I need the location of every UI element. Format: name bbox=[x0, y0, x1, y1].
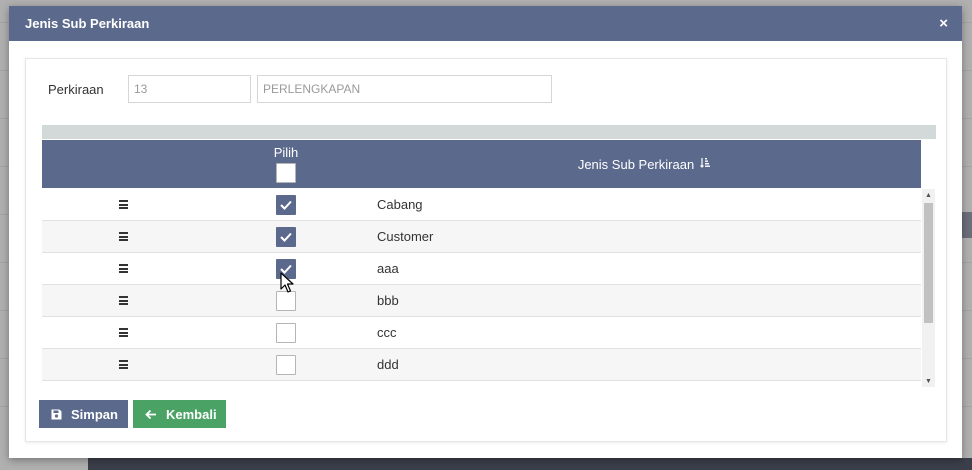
scroll-down-icon[interactable]: ▼ bbox=[922, 377, 935, 387]
table-row[interactable]: Customer bbox=[42, 221, 921, 253]
save-button[interactable]: Simpan bbox=[39, 400, 128, 428]
grid-body: Cabang Customer aaa bbb ccc ddd bbox=[42, 189, 921, 387]
background-footer-bar bbox=[88, 458, 972, 470]
row-checkbox[interactable] bbox=[276, 354, 296, 375]
header-pilih-column: Pilih bbox=[205, 140, 367, 188]
row-label: aaa bbox=[377, 261, 399, 276]
modal-title: Jenis Sub Perkiraan bbox=[25, 16, 150, 31]
table-row[interactable]: aaa bbox=[42, 253, 921, 285]
grid-scrollbar[interactable]: ▲ ▼ bbox=[922, 189, 935, 387]
row-label: ccc bbox=[377, 325, 397, 340]
grid-toolbar bbox=[42, 125, 936, 139]
header-jenis-label: Jenis Sub Perkiraan bbox=[577, 156, 695, 172]
sub-account-type-modal: Jenis Sub Perkiraan × Perkiraan 13 PERLE… bbox=[9, 6, 962, 458]
table-row[interactable]: ccc bbox=[42, 317, 921, 349]
drag-handle-icon[interactable] bbox=[119, 328, 128, 337]
row-label: Customer bbox=[377, 229, 434, 244]
back-label: Kembali bbox=[166, 406, 217, 422]
arrow-left-icon bbox=[145, 409, 157, 420]
row-checkbox[interactable] bbox=[276, 194, 296, 215]
modal-header: Jenis Sub Perkiraan × bbox=[9, 6, 962, 41]
drag-handle-icon[interactable] bbox=[119, 232, 128, 241]
account-field-row: Perkiraan 13 PERLENGKAPAN bbox=[48, 75, 552, 103]
close-icon[interactable]: × bbox=[939, 16, 948, 31]
header-drag-column bbox=[42, 140, 205, 188]
row-label: bbb bbox=[377, 293, 399, 308]
background-block bbox=[962, 212, 972, 238]
drag-handle-icon[interactable] bbox=[119, 360, 128, 369]
drag-handle-icon[interactable] bbox=[119, 264, 128, 273]
header-jenis-column[interactable]: Jenis Sub Perkiraan bbox=[367, 140, 921, 188]
scrollbar-thumb[interactable] bbox=[924, 203, 933, 323]
row-label: Cabang bbox=[377, 197, 423, 212]
scroll-up-icon[interactable]: ▲ bbox=[922, 191, 935, 201]
grid-header: Pilih Jenis Sub Perkiraan bbox=[42, 140, 921, 188]
back-button[interactable]: Kembali bbox=[133, 400, 226, 428]
mouse-cursor-icon bbox=[280, 272, 294, 297]
sort-amount-icon[interactable] bbox=[700, 157, 711, 171]
drag-handle-icon[interactable] bbox=[119, 296, 128, 305]
header-pilih-label: Pilih bbox=[273, 145, 299, 160]
row-checkbox[interactable] bbox=[276, 322, 296, 343]
account-label: Perkiraan bbox=[48, 81, 104, 97]
table-row-partial[interactable] bbox=[42, 381, 921, 387]
table-row[interactable]: Cabang bbox=[42, 189, 921, 221]
table-row[interactable]: bbb bbox=[42, 285, 921, 317]
row-checkbox[interactable] bbox=[276, 386, 296, 387]
select-all-checkbox[interactable] bbox=[276, 163, 296, 183]
save-icon bbox=[51, 409, 62, 420]
account-name-input[interactable]: PERLENGKAPAN bbox=[257, 75, 552, 103]
drag-handle-icon[interactable] bbox=[119, 200, 128, 209]
row-label: ddd bbox=[377, 357, 399, 372]
row-checkbox[interactable] bbox=[276, 226, 296, 247]
modal-body: Perkiraan 13 PERLENGKAPAN Pilih Jenis Su… bbox=[25, 58, 947, 442]
save-label: Simpan bbox=[71, 406, 118, 422]
table-row[interactable]: ddd bbox=[42, 349, 921, 381]
action-buttons: Simpan Kembali bbox=[39, 400, 226, 428]
account-code-input[interactable]: 13 bbox=[128, 75, 251, 103]
